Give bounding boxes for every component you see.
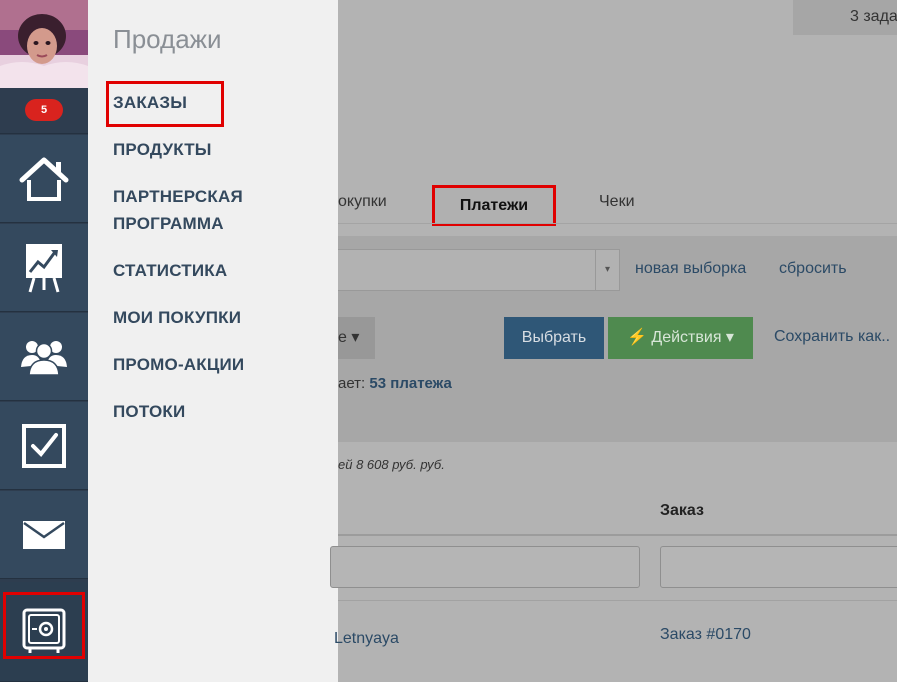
table-row-divider bbox=[338, 600, 897, 601]
sidebar-item-statistics[interactable] bbox=[0, 224, 88, 312]
column-filter-input[interactable] bbox=[330, 546, 640, 588]
found-count: 53 платежа bbox=[369, 375, 452, 392]
tab-purchases[interactable]: окупки bbox=[338, 193, 387, 211]
save-as-link[interactable]: Сохранить как.. bbox=[774, 328, 890, 346]
orders-highlight-box bbox=[106, 81, 224, 127]
menu-item-my-purchases[interactable]: МОИ ПОКУПКИ bbox=[113, 304, 241, 331]
chevron-down-icon[interactable]: ▾ bbox=[595, 250, 619, 290]
menu-item-partner-label-2: ПРОГРАММА bbox=[113, 214, 224, 233]
tasks-counter[interactable]: 3 зада bbox=[793, 0, 897, 35]
sort-dropdown[interactable]: е ▾ bbox=[338, 317, 375, 359]
sidebar-item-home[interactable] bbox=[0, 135, 88, 223]
tab-receipts[interactable]: Чеки bbox=[599, 193, 635, 211]
envelope-icon bbox=[22, 520, 66, 550]
avatar[interactable] bbox=[0, 0, 88, 88]
tabs-divider bbox=[338, 223, 897, 224]
users-icon bbox=[20, 337, 68, 377]
order-filter-input[interactable] bbox=[660, 546, 897, 588]
table-cell-name-link[interactable]: Letnyaya bbox=[334, 630, 399, 648]
table-header-divider bbox=[338, 534, 897, 536]
menu-item-partner-label-1: ПАРТНЕРСКАЯ bbox=[113, 187, 243, 206]
new-selection-link[interactable]: новая выборка bbox=[635, 260, 746, 278]
table-cell-order-link[interactable]: Заказ #0170 bbox=[660, 626, 751, 644]
menu-item-statistics[interactable]: СТАТИСТИКА bbox=[113, 257, 227, 284]
home-icon bbox=[19, 156, 69, 202]
found-prefix: ает: bbox=[338, 375, 370, 392]
notification-badge[interactable]: 5 bbox=[25, 99, 63, 121]
left-sidebar: 5 bbox=[0, 0, 88, 682]
column-header-order: Заказ bbox=[660, 502, 704, 519]
notification-row: 5 bbox=[0, 88, 88, 134]
flyout-title: Продажи bbox=[113, 24, 222, 54]
actions-button[interactable]: ⚡ Действия ▾ bbox=[608, 317, 753, 359]
checkbox-icon bbox=[21, 423, 67, 469]
menu-item-streams[interactable]: ПОТОКИ bbox=[113, 398, 185, 425]
tab-payments[interactable]: Платежи bbox=[432, 185, 556, 226]
menu-item-promo[interactable]: ПРОМО-АКЦИИ bbox=[113, 351, 244, 378]
sidebar-item-messages[interactable] bbox=[0, 491, 88, 579]
sidebar-item-users[interactable] bbox=[0, 313, 88, 401]
filter-select[interactable] bbox=[338, 249, 620, 291]
menu-item-partner-program[interactable]: ПАРТНЕРСКАЯ ПРОГРАММА bbox=[113, 183, 243, 237]
sales-flyout-menu: Продажи ЗАКАЗЫ ПРОДУКТЫ ПАРТНЕРСКАЯ ПРОГ… bbox=[88, 0, 338, 682]
sidebar-item-tasks[interactable] bbox=[0, 402, 88, 490]
sales-highlight-box bbox=[3, 592, 85, 659]
sum-summary: ей 8 608 руб. руб. bbox=[338, 457, 445, 472]
reset-link[interactable]: сбросить bbox=[779, 260, 847, 278]
chart-board-icon bbox=[24, 242, 64, 294]
found-summary: ает: 53 платежа bbox=[338, 375, 452, 392]
menu-item-products[interactable]: ПРОДУКТЫ bbox=[113, 136, 212, 163]
select-button[interactable]: Выбрать bbox=[504, 317, 604, 359]
